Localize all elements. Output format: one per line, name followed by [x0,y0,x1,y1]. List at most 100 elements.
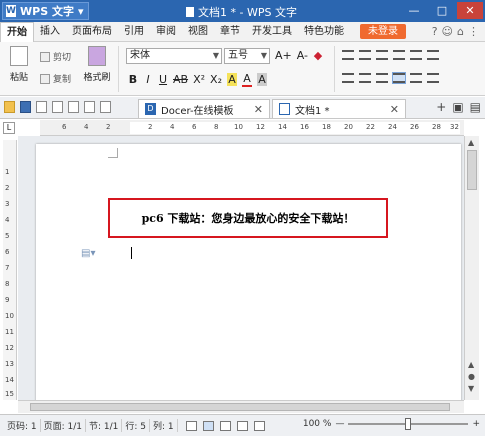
reading-view-icon[interactable] [253,420,265,431]
align-right-icon[interactable] [376,73,388,83]
zoom-level: 100 % [302,419,332,429]
vertical-ruler[interactable]: 1 2 3 4 5 6 7 8 9 10 11 12 13 14 15 [3,140,17,400]
browse-object-icon[interactable]: ● [468,372,475,381]
ribbon-divider [118,46,119,92]
print-preview-icon[interactable] [68,101,79,113]
tab-review[interactable]: 审阅 [150,22,182,42]
horizontal-scrollbar[interactable] [18,400,464,413]
chevron-down-icon: ▾ [77,4,84,18]
zoom-in-button[interactable]: + [472,419,480,429]
underline-button[interactable]: U [158,73,168,86]
export-pdf-icon[interactable] [36,101,47,113]
italic-button[interactable]: I [143,73,153,86]
ruler-tick: 10 [5,312,14,320]
align-left-icon[interactable] [342,73,354,83]
vertical-scrollbar[interactable]: ▲ ▲ ● ▼ [464,136,479,400]
horizontal-ruler[interactable]: 6 4 2 2 4 6 8 10 12 14 16 18 20 22 24 26… [40,120,464,136]
strikethrough-button[interactable]: AB [173,73,188,86]
tab-list-icon[interactable]: ▣ [452,100,463,114]
font-size-select[interactable]: 五号 ▼ [224,48,270,64]
scroll-thumb[interactable] [467,150,477,190]
save-icon[interactable] [20,101,31,113]
bullet-list-icon[interactable] [342,50,354,60]
tab-developer[interactable]: 开发工具 [246,22,298,42]
app-menu-button[interactable]: W WPS 文字 ▾ [2,2,90,20]
more-icon[interactable]: ⋮ [468,25,479,38]
help-icon[interactable]: ? [432,25,438,38]
app-name: WPS 文字 [20,5,74,18]
superscript-button[interactable]: X² [193,73,205,86]
copy-button[interactable]: 复制 [40,72,71,85]
redo-icon[interactable] [100,101,111,113]
font-color-button[interactable]: A [241,72,252,87]
tab-insert[interactable]: 插入 [34,22,66,42]
paste-button[interactable]: 粘贴 [4,46,34,83]
word-doc-icon [279,103,290,115]
tab-page-layout[interactable]: 页面布局 [66,22,118,42]
banner-text[interactable]: pc6 下载站：您身边最放心的安全下载站！ [142,210,355,226]
open-folder-icon[interactable] [4,101,15,113]
next-page-icon[interactable]: ▼ [468,384,474,393]
login-button[interactable]: 未登录 [360,24,406,39]
highlight-button[interactable]: A [226,73,237,86]
font-shrink-button[interactable]: A- [297,49,308,62]
smile-icon[interactable]: ☺ [442,25,453,38]
font-grow-button[interactable]: A+ [275,49,292,62]
cut-button[interactable]: 剪切 [40,50,71,63]
tab-home[interactable]: 开始 [0,21,34,42]
web-view-icon[interactable] [236,420,248,431]
numbered-list-icon[interactable] [359,50,371,60]
outline-view-icon[interactable] [219,420,231,431]
new-tab-button[interactable]: + [436,100,446,114]
close-tab-icon[interactable]: ✕ [254,103,263,116]
docer-icon: D [145,103,156,115]
minimize-button[interactable]: — [401,2,427,19]
distributed-align-icon[interactable] [410,73,422,83]
tab-view[interactable]: 视图 [182,22,214,42]
clear-format-icon[interactable]: ◆ [313,49,323,62]
row-position: 行: 5 [122,419,151,432]
home-icon[interactable]: ⌂ [457,25,464,38]
format-buttons: B I U AB X² X₂ A A A [128,72,267,87]
subscript-button[interactable]: X₂ [210,73,222,86]
ruler-tick: 14 [5,376,14,384]
chevron-down-icon: ▼ [260,51,267,60]
scroll-thumb[interactable] [30,403,450,411]
bold-button[interactable]: B [128,73,138,86]
char-shading-button[interactable]: A [256,73,267,86]
line-spacing-icon[interactable] [427,73,439,83]
close-button[interactable]: ✕ [457,2,483,19]
tab-switch-icon[interactable]: ▤ [470,100,481,114]
prev-page-icon[interactable]: ▲ [468,360,474,369]
fullscreen-view-icon[interactable] [185,420,197,431]
tab-stop-selector[interactable]: L [3,122,15,134]
tab-document1[interactable]: 文档1 * ✕ [272,99,406,118]
ruler-tick: 12 [256,123,265,131]
zoom-slider-knob[interactable] [405,418,412,430]
align-justify-icon[interactable] [392,72,406,84]
maximize-button[interactable]: □ [429,2,455,19]
page-view-icon[interactable] [202,420,214,431]
decrease-indent-icon[interactable] [376,50,388,60]
wps-logo-icon: W [6,5,16,17]
chinese-layout-icon[interactable] [410,50,422,60]
scroll-up-icon[interactable]: ▲ [468,138,474,147]
document-page[interactable]: pc6 下载站：您身边最放心的安全下载站！ ▤▾ [36,144,461,406]
close-tab-icon[interactable]: ✕ [390,103,399,116]
ruler-tick: 20 [344,123,353,131]
font-name-select[interactable]: 宋体 ▼ [126,48,222,64]
paragraph-options-icon[interactable]: ▤▾ [81,248,95,259]
tab-special[interactable]: 特色功能 [298,22,350,42]
undo-icon[interactable] [84,101,95,113]
align-center-icon[interactable] [359,73,371,83]
zoom-slider[interactable] [348,418,469,430]
zoom-out-button[interactable]: — [335,419,344,429]
tab-chapter[interactable]: 章节 [214,22,246,42]
increase-indent-icon[interactable] [393,50,405,60]
format-painter-button[interactable]: 格式刷 [82,46,112,83]
tab-label: Docer-在线模板 [161,105,234,117]
table-icon[interactable] [427,50,439,60]
print-icon[interactable] [52,101,63,113]
tab-references[interactable]: 引用 [118,22,150,42]
tab-docer-templates[interactable]: D Docer-在线模板 ✕ [138,99,270,118]
